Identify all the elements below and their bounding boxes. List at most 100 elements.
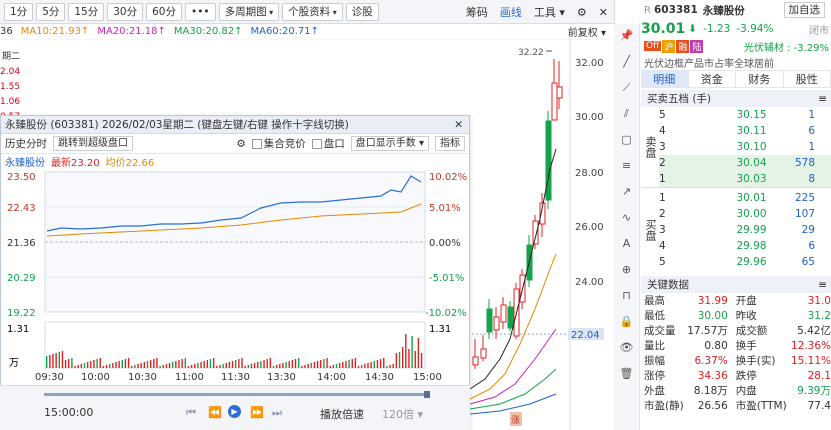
period-60min-button[interactable]: 60分 <box>146 2 182 21</box>
wave-tool-icon[interactable]: ∿ <box>619 210 635 226</box>
volume-bar <box>323 359 325 368</box>
volume-bar <box>329 366 331 368</box>
last-icon[interactable]: ⏭ <box>272 406 282 420</box>
line-tool-icon[interactable]: ╱ <box>619 54 635 70</box>
rect-tool-icon[interactable]: ▢ <box>619 132 635 148</box>
popup-close-icon[interactable]: ✕ <box>454 119 463 131</box>
volume-bar <box>307 364 309 368</box>
orderbook-row[interactable]: 3 30.10 1 <box>659 139 831 155</box>
volume-bar <box>354 358 357 368</box>
buy-label: 买盘 <box>644 219 657 241</box>
orderbook-row[interactable]: 2 30.04 578 <box>659 155 831 171</box>
volume-bar <box>304 365 306 368</box>
delete-icon[interactable]: 🗑 <box>619 366 635 382</box>
tab-detail[interactable]: 明细 <box>641 71 689 87</box>
jump-pankou-button[interactable]: 跳转到超级盘口 <box>53 136 133 151</box>
axis-tick: 24.00 <box>575 277 604 288</box>
orderbook-price: 30.15 <box>736 109 767 121</box>
volume-bar <box>405 334 407 368</box>
period-5min-button[interactable]: 5分 <box>36 2 66 21</box>
draw-line-button[interactable]: 画线 <box>500 4 522 20</box>
orderbook-price: 30.01 <box>736 192 767 204</box>
menu-icon[interactable]: ≡ <box>818 93 827 105</box>
speed-label: 播放倍速 <box>320 408 364 421</box>
volume-bar <box>345 361 347 368</box>
stock-description: 光伏边框产品市占率全球居前 <box>644 58 774 70</box>
playback-bar: 15:00:00 ⏮ ⏪ ▶ ⏩ ⏭ 播放倍速 120倍 ▾ <box>0 385 470 430</box>
stat-label: 跌停 <box>735 370 757 382</box>
concept-change[interactable]: 光伏辅材 : -3.29% <box>744 39 829 54</box>
period-1min-button[interactable]: 1分 <box>4 2 34 21</box>
speed-value: 120倍 <box>382 408 414 421</box>
volume-bar <box>197 363 199 368</box>
settings-icon[interactable]: ⚙ <box>577 6 587 19</box>
indicator-button[interactable]: 指标 <box>435 136 465 151</box>
orderbook-level: 2 <box>659 157 666 169</box>
stat-label: 市盈(TTM) <box>735 400 787 412</box>
period-30min-button[interactable]: 30分 <box>107 2 144 21</box>
ray-tool-icon[interactable]: ⟋ <box>619 80 635 96</box>
playback-progress[interactable] <box>44 393 426 396</box>
volume-bar <box>367 363 369 368</box>
arrow-tool-icon[interactable]: ↗ <box>619 184 635 200</box>
text-tool-icon[interactable]: A <box>619 236 635 252</box>
adjust-label: 前复权 <box>567 28 598 39</box>
orderbook-row[interactable]: 1 30.03 8 <box>659 171 831 187</box>
period-15min-button[interactable]: 15分 <box>68 2 105 21</box>
playback-handle[interactable] <box>424 391 430 398</box>
intraday-chart[interactable]: 23.50 22.43 21.36 20.29 19.22 10.02% 5.0… <box>1 168 471 386</box>
tag-margin: 融 <box>676 39 690 53</box>
orderbook-row[interactable]: 4 30.11 6 <box>659 123 831 139</box>
playback-time: 15:00:00 <box>44 406 94 419</box>
adjust-dropdown[interactable]: 前复权 ▾ <box>568 24 606 39</box>
ma-left-value: 36 <box>0 26 13 37</box>
rewind-icon[interactable]: ⏪ <box>208 406 222 419</box>
orderbook-price: 30.04 <box>736 157 767 169</box>
stat-label: 最低 <box>644 310 665 322</box>
orderbook-row[interactable]: 5 30.15 1 <box>659 107 831 123</box>
tools-dropdown[interactable]: 工具 ▾ <box>534 4 565 20</box>
chips-button[interactable]: 筹码 <box>466 4 488 20</box>
add-watchlist-button[interactable]: 加自选 <box>783 2 825 18</box>
first-icon[interactable]: ⏮ <box>186 406 196 420</box>
magnet-icon[interactable]: ⊓ <box>619 288 635 304</box>
pin-icon[interactable]: 📌 <box>619 28 635 44</box>
forward-icon[interactable]: ⏩ <box>250 406 264 419</box>
tab-funds[interactable]: 资金 <box>689 71 736 87</box>
y-label: 23.50 <box>7 172 36 183</box>
orderbook-row[interactable]: 1 30.01 225 <box>659 190 831 206</box>
lock-icon[interactable]: 🔒 <box>619 314 635 330</box>
close-icon[interactable]: ✕ <box>599 6 608 19</box>
stat-row: 最高 31.99 开盘 31.0 <box>641 293 831 308</box>
tab-character[interactable]: 股性 <box>784 71 831 87</box>
gear-icon[interactable]: ⚙ <box>236 138 245 150</box>
stat-value: 26.56 <box>697 399 728 412</box>
volume-bar <box>231 361 234 368</box>
orderbook-row[interactable]: 4 29.98 6 <box>659 238 831 254</box>
candle <box>545 120 552 201</box>
orderbook-row[interactable]: 5 29.96 65 <box>659 254 831 270</box>
tab-finance[interactable]: 财务 <box>736 71 784 87</box>
stock-info-dropdown[interactable]: 个股资料 <box>282 2 343 21</box>
candle <box>472 356 479 366</box>
measure-tool-icon[interactable]: ⊕ <box>619 262 635 278</box>
popup-title: 永臻股份 (603381) 2026/02/03星期二 (键盘左键/右键 操作十… <box>5 119 349 131</box>
orderbook-row[interactable]: 2 30.00 107 <box>659 206 831 222</box>
auction-checkbox[interactable]: 集合竞价 <box>251 136 306 151</box>
play-icon[interactable]: ▶ <box>228 405 241 418</box>
volume-bar <box>247 365 249 368</box>
menu-icon[interactable]: ≡ <box>818 279 827 291</box>
more-button[interactable]: ••• <box>185 2 216 21</box>
pankou-count-dropdown[interactable]: 盘口显示手数 ▾ <box>350 136 429 151</box>
speed-dropdown[interactable]: 120倍 ▾ <box>382 406 423 422</box>
multi-period-dropdown[interactable]: 多周期图 <box>218 2 280 21</box>
orderbook-row[interactable]: 3 29.99 29 <box>659 222 831 238</box>
channel-tool-icon[interactable]: ⫽ <box>619 106 635 122</box>
eye-icon[interactable]: 👁 <box>619 340 635 356</box>
fib-tool-icon[interactable]: ≡ <box>619 158 635 174</box>
volume-bar <box>194 364 196 368</box>
orderbook-volume: 65 <box>801 256 815 268</box>
volume-bar <box>285 362 287 368</box>
diagnose-button[interactable]: 诊股 <box>345 2 379 21</box>
pankou-checkbox[interactable]: 盘口 <box>311 136 345 151</box>
